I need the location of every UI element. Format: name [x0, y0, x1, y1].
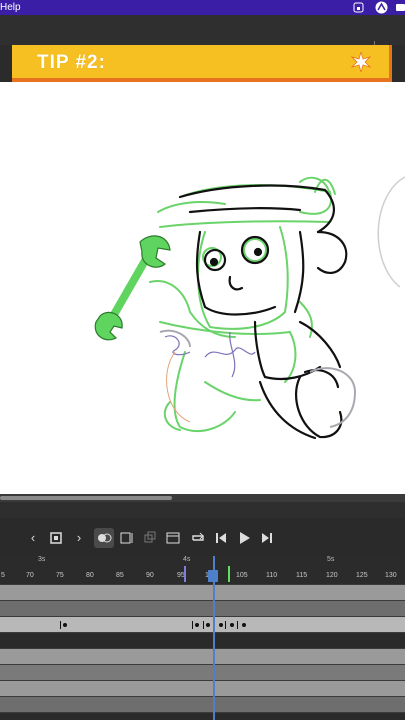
scrollbar-thumb[interactable] [0, 496, 172, 500]
frame-number: 80 [86, 572, 94, 579]
frame-number: 120 [326, 572, 338, 579]
frame-number: 85 [116, 572, 124, 579]
keyframe[interactable] [195, 623, 199, 627]
second-label: 5s [327, 556, 335, 563]
frame-number: 125 [356, 572, 368, 579]
step-forward-icon[interactable] [257, 528, 277, 548]
menu-bar: Help [0, 0, 405, 15]
keyframe[interactable] [242, 623, 246, 627]
stop-icon[interactable] [46, 528, 66, 548]
layer-row[interactable] [0, 632, 405, 648]
layer-row[interactable] [0, 616, 405, 632]
onion-range-start-marker[interactable] [184, 566, 186, 582]
panel-divider [0, 502, 405, 518]
drawing-stage[interactable] [0, 82, 405, 494]
keyframe[interactable] [63, 623, 67, 627]
toolbar-strip [0, 15, 405, 49]
layer-row[interactable] [0, 584, 405, 600]
keyframe[interactable] [203, 621, 204, 629]
frame-number: 115 [296, 572, 308, 579]
loop-icon[interactable] [188, 528, 208, 548]
layer-row[interactable] [0, 664, 405, 680]
layer-row[interactable] [0, 648, 405, 664]
app-logo-icon[interactable] [375, 1, 388, 14]
frame-number: 130 [385, 572, 397, 579]
frame-number: 90 [146, 572, 154, 579]
playhead[interactable] [213, 556, 215, 720]
onion-range-end-marker[interactable] [228, 566, 230, 582]
second-label: 4s [183, 556, 191, 563]
layer-row[interactable] [0, 696, 405, 712]
layer-row[interactable] [0, 600, 405, 616]
play-icon[interactable] [234, 528, 254, 548]
chevron-left-icon[interactable]: ‹ [23, 528, 43, 548]
chevron-right-icon[interactable]: › [69, 528, 89, 548]
second-label: 3s [38, 556, 46, 563]
keyframe[interactable] [237, 621, 238, 629]
sparkle-icon [351, 52, 371, 72]
stage-scrollbar[interactable] [0, 494, 405, 502]
frame-number: 70 [26, 572, 34, 579]
keyframe[interactable] [192, 621, 193, 629]
menu-help[interactable]: Help [0, 0, 21, 15]
status-icon[interactable] [395, 2, 405, 13]
timeline-ruler[interactable]: 3s 4s 5s 5 70 75 80 85 90 95 100 105 110… [0, 556, 405, 584]
character-drawing [94, 176, 405, 440]
frame-number: 105 [236, 572, 248, 579]
lock-icon[interactable] [353, 2, 364, 13]
frame-number: 75 [56, 572, 64, 579]
keyframe[interactable] [206, 623, 210, 627]
frame-number: 5 [1, 572, 5, 579]
onion-skin-outline-icon[interactable] [117, 528, 137, 548]
edit-multiple-frames-icon[interactable] [140, 528, 160, 548]
timeline-layers [0, 584, 405, 720]
keyframe[interactable] [230, 623, 234, 627]
keyframe[interactable] [60, 621, 61, 629]
timeline-toolbar: ‹ › [0, 518, 405, 556]
keyframe[interactable] [225, 621, 226, 629]
layer-row[interactable] [0, 712, 405, 720]
step-back-icon[interactable] [211, 528, 231, 548]
frame-icon[interactable] [163, 528, 183, 548]
keyframe[interactable] [219, 623, 223, 627]
tip-banner: TIP #2: [12, 45, 392, 82]
onion-skin-icon[interactable] [94, 528, 114, 548]
tip-title: TIP #2: [37, 52, 106, 73]
layer-row[interactable] [0, 680, 405, 696]
frame-number: 110 [266, 572, 278, 579]
wrench-drawing [94, 235, 171, 341]
